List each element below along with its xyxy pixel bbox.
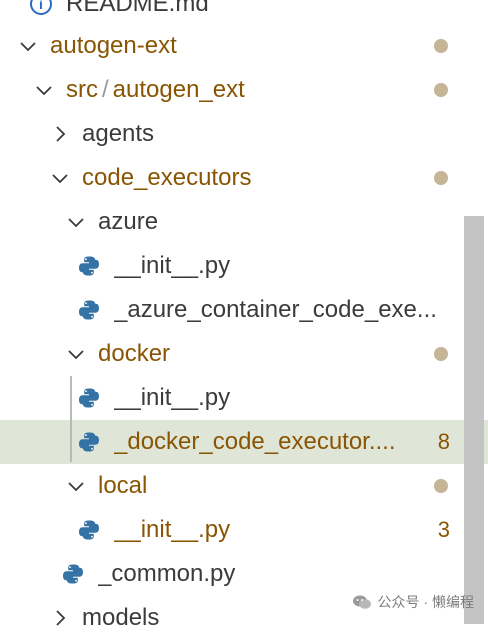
file-explorer-tree: i README.md autogen-ext src / autogen_ext … — [0, 0, 488, 631]
python-file-icon — [78, 299, 100, 321]
tree-item-azure-container-code-executor[interactable]: _azure_container_code_exe... — [0, 288, 488, 332]
tree-item-common-py[interactable]: _common.py — [0, 552, 488, 596]
indent-guide — [70, 376, 72, 462]
modified-dot — [434, 39, 448, 53]
tree-item-label: local — [98, 472, 148, 499]
python-file-icon — [78, 255, 100, 277]
tree-item-label: agents — [82, 120, 155, 147]
tree-item-src-autogen-ext[interactable]: src / autogen_ext — [0, 68, 488, 112]
tree-item-label: code_executors — [82, 164, 252, 191]
watermark: 公众号 · 懒编程 — [352, 592, 474, 612]
problem-count-badge: 8 — [437, 429, 450, 454]
tree-item-readme[interactable]: i README.md — [0, 0, 488, 26]
chevron-down-icon — [66, 212, 86, 232]
tree-item-label: azure — [98, 208, 159, 235]
python-file-icon — [62, 563, 84, 585]
tree-item-label: _common.py — [98, 560, 236, 587]
wechat-icon — [352, 595, 371, 609]
tree-item-label: __init__.py — [114, 516, 231, 543]
tree-item-code-executors[interactable]: code_executors — [0, 156, 488, 200]
tree-item-local[interactable]: local — [0, 464, 488, 508]
chevron-down-icon — [66, 344, 86, 364]
modified-dot — [434, 479, 448, 493]
tree-item-label: autogen-ext — [50, 32, 177, 59]
python-file-icon — [78, 519, 100, 541]
tree-item-label: README.md — [66, 0, 209, 17]
info-icon: i — [30, 0, 52, 15]
chevron-down-icon — [50, 168, 70, 188]
path-segment-autogen-ext[interactable]: autogen_ext — [113, 76, 245, 103]
chevron-down-icon — [34, 80, 54, 100]
tree-item-label: src / autogen_ext — [66, 76, 245, 104]
tree-item-label: __init__.py — [114, 252, 231, 279]
python-file-icon — [78, 387, 100, 409]
tree-item-docker-init-py[interactable]: __init__.py — [0, 376, 488, 420]
modified-dot — [434, 171, 448, 185]
vertical-scrollbar[interactable] — [464, 216, 484, 624]
tree-item-local-init-py[interactable]: __init__.py 3 — [0, 508, 488, 552]
modified-dot — [434, 83, 448, 97]
python-file-icon — [78, 431, 100, 453]
chevron-down-icon — [66, 476, 86, 496]
chevron-right-icon — [50, 608, 70, 628]
path-separator: / — [102, 76, 109, 103]
chevron-right-icon — [50, 124, 70, 144]
tree-item-docker[interactable]: docker — [0, 332, 488, 376]
tree-item-label: docker — [98, 340, 171, 367]
tree-item-agents[interactable]: agents — [0, 112, 488, 156]
tree-item-azure-init-py[interactable]: __init__.py — [0, 244, 488, 288]
watermark-text: 公众号 · 懒编程 — [377, 594, 474, 610]
problem-count-badge: 3 — [437, 517, 450, 542]
tree-item-label: __init__.py — [114, 384, 231, 411]
tree-item-label: _docker_code_executor.... — [114, 428, 396, 455]
chevron-down-icon — [18, 36, 38, 56]
tree-item-label: models — [82, 604, 160, 631]
tree-item-label: _azure_container_code_exe... — [114, 296, 437, 323]
tree-item-docker-code-executor[interactable]: _docker_code_executor.... 8 — [0, 420, 488, 464]
modified-dot — [434, 347, 448, 361]
tree-item-azure[interactable]: azure — [0, 200, 488, 244]
tree-item-autogen-ext[interactable]: autogen-ext — [0, 24, 488, 68]
path-segment-src[interactable]: src — [66, 76, 98, 103]
